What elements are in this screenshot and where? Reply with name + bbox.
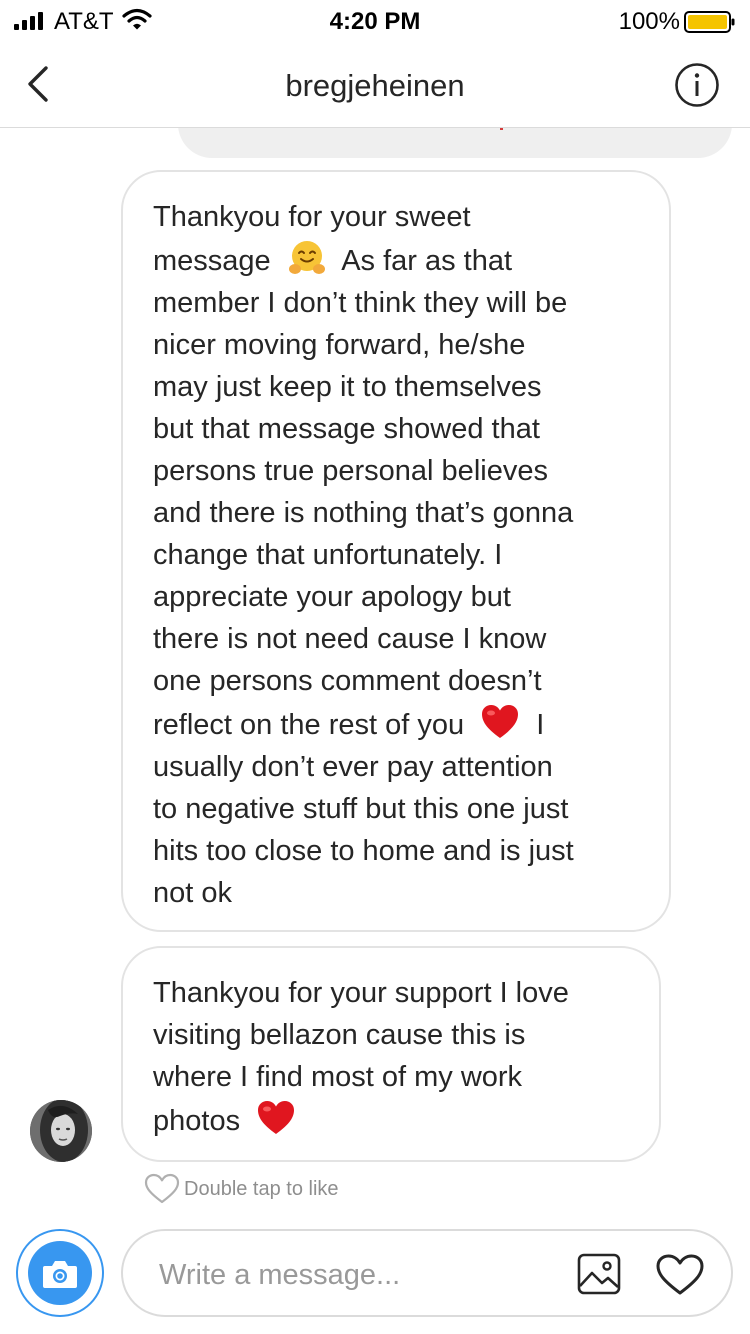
- battery-icon: [684, 11, 735, 33]
- message-text-line: photos: [153, 1098, 629, 1142]
- hugging-face-emoji: [288, 241, 325, 274]
- message-text-line: reflect on the rest of you I: [153, 702, 639, 746]
- message-text-line: Thankyou for your sweet: [153, 201, 471, 233]
- message-bubble[interactable]: Thankyou for your support I love visiting…: [121, 946, 661, 1162]
- message-text-line: visiting bellazon cause this is: [153, 1019, 526, 1051]
- battery-percent: 100%: [618, 8, 680, 35]
- message-text-line: nicer moving forward, he/she: [153, 329, 526, 361]
- message-text-line: Thankyou for your support I love: [153, 977, 569, 1009]
- message-text: message: [153, 245, 279, 277]
- message-input[interactable]: [159, 1253, 559, 1297]
- red-heart-emoji: [482, 705, 519, 738]
- status-bar: AT&T 4:20 PM 100%: [0, 0, 750, 40]
- camera-button[interactable]: [16, 1229, 104, 1317]
- like-hint-text: Double tap to like: [184, 1178, 339, 1200]
- message-text: As far as that: [334, 245, 513, 277]
- info-icon[interactable]: [674, 62, 720, 108]
- message-bubble[interactable]: Thankyou for your sweet message As far as…: [121, 170, 671, 932]
- message-text: photos: [153, 1105, 249, 1137]
- gallery-icon[interactable]: [577, 1253, 621, 1295]
- profile-photo: [30, 1100, 92, 1162]
- red-heart-emoji: [258, 1101, 295, 1134]
- conversation-header: bregjeheinen: [0, 40, 750, 128]
- message-text-line: message As far as that: [153, 238, 639, 282]
- message-text-line: to negative stuff but this one just: [153, 793, 569, 825]
- message-text-line: hits too close to home and is just: [153, 835, 574, 867]
- message-text-line: there is not need cause I know: [153, 623, 547, 655]
- message-text: I: [528, 709, 545, 741]
- message-text-line: not ok: [153, 877, 232, 909]
- message-text-line: usually don’t ever pay attention: [153, 751, 553, 783]
- message-text-line: appreciate your apology but: [153, 581, 511, 613]
- heart-outline-icon: [144, 1173, 180, 1204]
- avatar[interactable]: [30, 1100, 92, 1162]
- message-text: reflect on the rest of you: [153, 709, 473, 741]
- message-text-line: one persons comment doesn’t: [153, 665, 542, 697]
- conversation-title[interactable]: bregjeheinen: [0, 68, 750, 104]
- message-text-line: member I don’t think they will be: [153, 287, 568, 319]
- camera-button-fill: [28, 1241, 92, 1305]
- camera-icon: [43, 1261, 77, 1288]
- message-text-line: but that message showed that: [153, 413, 540, 445]
- message-text-line: where I find most of my work: [153, 1061, 523, 1093]
- heart-icon[interactable]: [655, 1253, 705, 1297]
- message-text-line: and there is nothing that’s gonna: [153, 497, 574, 529]
- message-text-line: change that unfortunately. I: [153, 539, 503, 571]
- message-text-line: may just keep it to themselves: [153, 371, 542, 403]
- message-text-line: persons true personal believes: [153, 455, 548, 487]
- message-composer: [121, 1229, 733, 1317]
